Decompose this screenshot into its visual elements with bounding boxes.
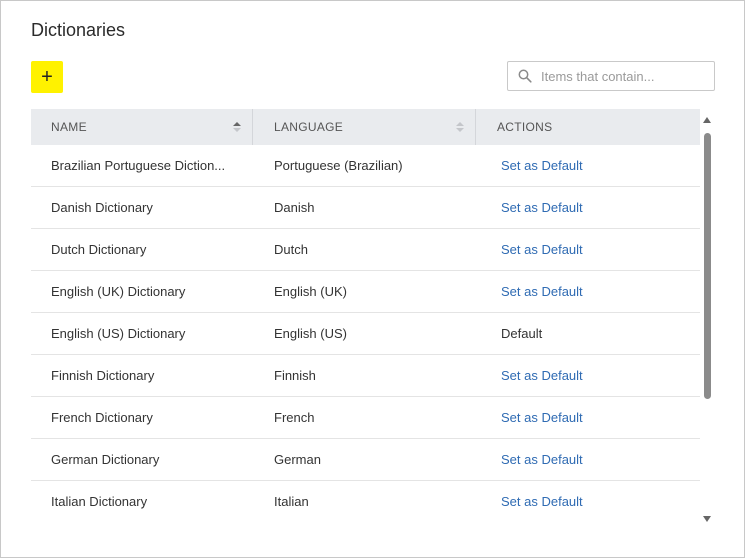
scrollbar-thumb[interactable] <box>704 133 711 399</box>
cell-name: English (UK) Dictionary <box>51 284 186 299</box>
search-input[interactable] <box>541 65 706 87</box>
cell-name: French Dictionary <box>51 410 153 425</box>
cell-language: Finnish <box>274 368 316 383</box>
table-row[interactable]: Dutch Dictionary Dutch Set as Default <box>31 229 700 271</box>
set-as-default-link[interactable]: Set as Default <box>501 494 583 509</box>
column-label: NAME <box>51 120 87 134</box>
table-row[interactable]: Danish Dictionary Danish Set as Default <box>31 187 700 229</box>
cell-name: Danish Dictionary <box>51 200 153 215</box>
cell-actions: Set as Default <box>501 145 691 186</box>
cell-actions: Set as Default <box>501 355 691 396</box>
table-row[interactable]: English (UK) Dictionary English (UK) Set a… <box>31 271 700 313</box>
dictionaries-panel: Dictionaries + NAME LANGUAGE <box>0 0 745 558</box>
cell-actions: Set as Default <box>501 397 691 438</box>
cell-name: German Dictionary <box>51 452 160 467</box>
scroll-up-icon[interactable] <box>703 117 711 123</box>
dictionaries-table: NAME LANGUAGE ACTIONS Brazilian Portugue… <box>31 109 700 522</box>
cell-name: Finnish Dictionary <box>51 368 155 383</box>
table-header: NAME LANGUAGE ACTIONS <box>31 109 700 145</box>
cell-language: French <box>274 410 315 425</box>
cell-language: English (US) <box>274 326 347 341</box>
cell-language: Danish <box>274 200 315 215</box>
set-as-default-link[interactable]: Set as Default <box>501 284 583 299</box>
table-row[interactable]: German Dictionary German Set as Default <box>31 439 700 481</box>
table-row[interactable]: Brazilian Portuguese Diction... Portugues… <box>31 145 700 187</box>
cell-language: German <box>274 452 321 467</box>
column-header-language[interactable]: LANGUAGE <box>253 109 476 145</box>
set-as-default-link[interactable]: Set as Default <box>501 200 583 215</box>
add-dictionary-button[interactable]: + <box>31 61 63 93</box>
cell-actions: Set as Default <box>501 481 691 522</box>
cell-actions: Set as Default <box>501 271 691 312</box>
set-as-default-link[interactable]: Set as Default <box>501 452 583 467</box>
cell-language: English (UK) <box>274 284 347 299</box>
cell-name: Brazilian Portuguese Diction... <box>51 158 226 173</box>
set-as-default-link[interactable]: Set as Default <box>501 158 583 173</box>
column-header-name[interactable]: NAME <box>31 109 253 145</box>
page-title: Dictionaries <box>31 20 126 40</box>
search-box[interactable] <box>507 61 715 91</box>
column-label: LANGUAGE <box>274 120 344 134</box>
column-label: ACTIONS <box>497 120 553 134</box>
cell-language: Dutch <box>274 242 308 257</box>
cell-actions: Default <box>501 313 691 354</box>
set-as-default-link[interactable]: Set as Default <box>501 410 583 425</box>
cell-name: Italian Dictionary <box>51 494 148 509</box>
search-icon <box>518 69 532 83</box>
default-label: Default <box>501 326 543 341</box>
table-row[interactable]: English (US) Dictionary English (US) Defau… <box>31 313 700 355</box>
sort-icon[interactable] <box>456 122 464 132</box>
cell-language: Italian <box>274 494 309 509</box>
cell-name: Dutch Dictionary <box>51 242 147 257</box>
column-header-actions: ACTIONS <box>476 109 700 145</box>
table-row[interactable]: Italian Dictionary Italian Set as Default <box>31 481 700 522</box>
set-as-default-link[interactable]: Set as Default <box>501 242 583 257</box>
table-row[interactable]: Finnish Dictionary Finnish Set as Default <box>31 355 700 397</box>
cell-name: English (US) Dictionary <box>51 326 186 341</box>
vertical-scrollbar[interactable] <box>701 117 713 522</box>
set-as-default-link[interactable]: Set as Default <box>501 368 583 383</box>
scroll-down-icon[interactable] <box>703 516 711 522</box>
cell-language: Portuguese (Brazilian) <box>274 158 403 173</box>
sort-ascending-icon[interactable] <box>233 122 241 132</box>
cell-actions: Set as Default <box>501 439 691 480</box>
cell-actions: Set as Default <box>501 187 691 228</box>
table-row[interactable]: French Dictionary French Set as Default <box>31 397 700 439</box>
cell-actions: Set as Default <box>501 229 691 270</box>
